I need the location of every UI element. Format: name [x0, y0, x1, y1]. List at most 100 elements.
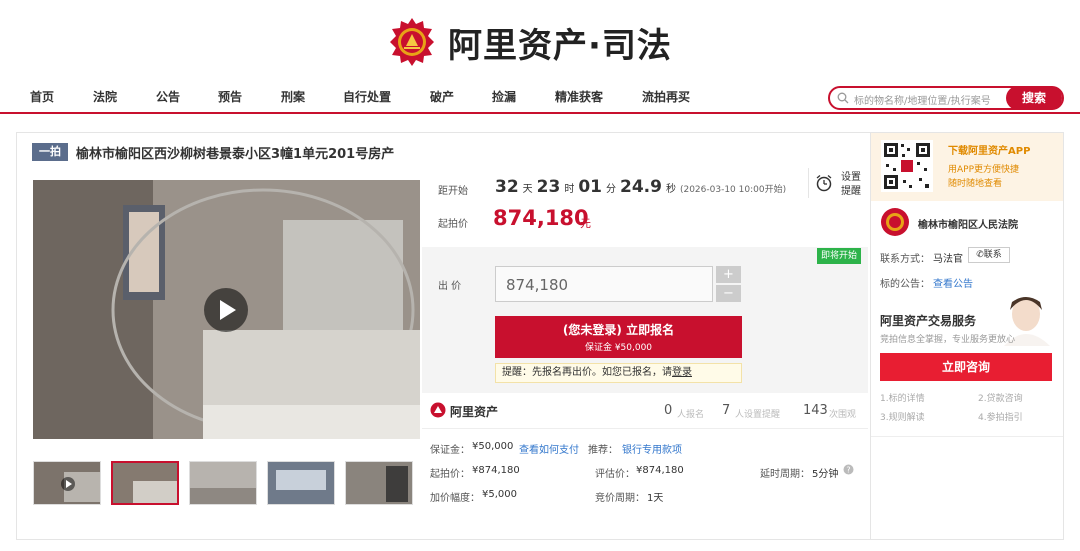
divider: [422, 428, 868, 429]
set-reminder-button[interactable]: 设置 提醒: [808, 168, 864, 198]
upcoming-tag: 即将开始: [817, 248, 862, 264]
court-badge-icon: [881, 208, 909, 236]
eval-price-label: 评估价：: [595, 469, 635, 480]
start-price-value: 874,180: [493, 206, 589, 230]
register-button-label: (您未登录) 立即报名: [562, 323, 675, 337]
nav-item-bargain[interactable]: 捡漏: [492, 88, 516, 105]
view-label: 次围观: [829, 410, 857, 420]
contact-button-label: 联系: [983, 250, 1002, 260]
countdown-hours: 23: [536, 177, 561, 197]
nav-item-self-disposal[interactable]: 自行处置: [343, 88, 391, 105]
delay-label: 延时周期：: [760, 469, 810, 480]
thumbnail-4[interactable]: [267, 461, 335, 505]
bid-amount-value: 874,180: [506, 276, 569, 294]
countdown-start-note: (2026-03-10 10:00开始): [679, 185, 787, 195]
cycle-value: 1天: [647, 493, 664, 504]
app-subtitle-1: 用APP更方便快捷: [948, 165, 1020, 175]
deposit-label: 保证金：: [430, 445, 470, 456]
nav-item-relist[interactable]: 流拍再买: [642, 88, 690, 105]
consult-button[interactable]: 立即咨询: [880, 353, 1052, 381]
auction-round-badge: 一拍: [32, 143, 68, 161]
app-subtitle-2: 随时随地查看: [948, 179, 1003, 189]
help-icon[interactable]: ?: [843, 464, 854, 475]
service-link-loan[interactable]: 2.贷款咨询: [978, 391, 1023, 404]
nav-item-bankruptcy[interactable]: 破产: [430, 88, 454, 105]
search-box: 标的物名称/地理位置/执行案号 搜索: [828, 86, 1064, 110]
eval-price-value: ¥874,180: [636, 465, 684, 476]
start-price-detail-value: ¥874,180: [472, 465, 520, 476]
increase-bid-button[interactable]: +: [716, 266, 741, 283]
deposit-value: ¥50,000: [472, 441, 514, 452]
start-price-label: 起拍价: [438, 219, 468, 230]
phone-icon: ✆: [976, 250, 984, 260]
service-title: 阿里资产交易服务: [880, 314, 977, 328]
decrease-bid-button[interactable]: −: [716, 285, 741, 302]
bank-fund-link[interactable]: 银行专用款项: [622, 441, 682, 456]
court-name[interactable]: 榆林市榆阳区人民法院: [918, 216, 1018, 231]
cycle-label: 竞价周期：: [595, 493, 645, 504]
court-emblem-icon: [390, 18, 434, 66]
nav-item-criminal[interactable]: 刑案: [281, 88, 305, 105]
sidebar-divider: [871, 436, 1063, 437]
countdown-days: 32: [495, 177, 519, 197]
bid-amount-input[interactable]: 874,180: [495, 266, 713, 302]
qr-code-icon: [881, 140, 933, 192]
service-link-guide[interactable]: 4.参拍指引: [978, 410, 1023, 423]
login-link[interactable]: 登录: [672, 367, 692, 378]
countdown-label: 距开始: [438, 186, 468, 197]
increment-value: ¥5,000: [482, 489, 517, 500]
notice-bar: 提醒：先报名再出价。如您已报名，请登录: [495, 363, 742, 383]
recommend-label: 推荐：: [588, 445, 618, 456]
register-deposit-label: 保证金 ¥50,000: [584, 343, 653, 353]
ali-asset-logo-icon: [430, 402, 446, 418]
nav-item-court[interactable]: 法院: [93, 88, 117, 105]
reminder-line2: 提醒: [841, 186, 861, 197]
start-price-detail-label: 起拍价：: [430, 469, 470, 480]
thumbnail-5[interactable]: [345, 461, 413, 505]
countdown-seconds: 24.9: [620, 177, 662, 197]
search-button[interactable]: 搜索: [1006, 86, 1062, 110]
brand-title: 阿里资产·司法: [448, 25, 672, 66]
search-input[interactable]: 标的物名称/地理位置/执行案号: [854, 92, 991, 107]
view-notice-link[interactable]: 查看公告: [933, 275, 973, 290]
countdown-days-unit: 天: [522, 184, 533, 195]
svg-text:?: ?: [846, 466, 850, 475]
service-subtitle: 竞拍信息全掌握，专业服务更放心: [880, 335, 1016, 345]
alarm-clock-icon: [816, 175, 832, 192]
header: 阿里资产·司法: [0, 0, 1080, 80]
thumbnail-2[interactable]: [111, 461, 179, 505]
countdown-minutes: 01: [578, 177, 603, 197]
app-title: 下载阿里资产APP: [948, 146, 1031, 157]
countdown-seconds-unit: 秒: [665, 184, 676, 195]
thumbnail-3[interactable]: [189, 461, 257, 505]
nav-item-announcement[interactable]: 公告: [156, 88, 180, 105]
page-title: 榆林市榆阳区西沙柳树巷景泰小区3幢1单元201号房产: [76, 147, 395, 162]
countdown-hours-unit: 时: [564, 184, 575, 195]
countdown-minutes-unit: 分: [606, 184, 617, 195]
how-to-pay-link[interactable]: 查看如何支付: [519, 441, 579, 456]
nav-item-home[interactable]: 首页: [30, 88, 54, 105]
nav-item-precise[interactable]: 精准获客: [555, 88, 603, 105]
contact-name: 马法官: [933, 254, 963, 265]
registered-label: 人报名: [677, 410, 705, 420]
stats-brand: 阿里资产: [450, 405, 499, 419]
view-count: 143: [803, 403, 828, 418]
reminder-count-label: 人设置提醒: [735, 410, 781, 420]
service-link-details[interactable]: 1.标的详情: [880, 391, 925, 404]
contact-button[interactable]: ✆联系: [968, 247, 1010, 263]
reminder-count: 7: [722, 403, 731, 418]
main-photo[interactable]: [33, 180, 420, 439]
service-link-rules[interactable]: 3.规则解读: [880, 410, 925, 423]
countdown: 32 天 23 时 01 分 24.9 秒 (2026-03-10 10:00开始): [495, 177, 786, 197]
delay-value: 5分钟: [812, 469, 839, 480]
nav-item-preview[interactable]: 预告: [218, 88, 242, 105]
registered-count: 0: [664, 403, 673, 418]
start-price-unit: 元: [580, 217, 591, 230]
increment-label: 加价幅度：: [430, 493, 480, 504]
room-photo-image: [33, 180, 420, 439]
notice-label: 标的公告：: [880, 279, 930, 290]
thumbnail-1[interactable]: [33, 461, 101, 505]
brand-logo[interactable]: 阿里资产·司法: [388, 14, 672, 70]
app-download-banner[interactable]: 下载阿里资产APP 用APP更方便快捷 随时随地查看: [871, 133, 1063, 201]
register-button[interactable]: (您未登录) 立即报名 保证金 ¥50,000: [495, 316, 742, 358]
